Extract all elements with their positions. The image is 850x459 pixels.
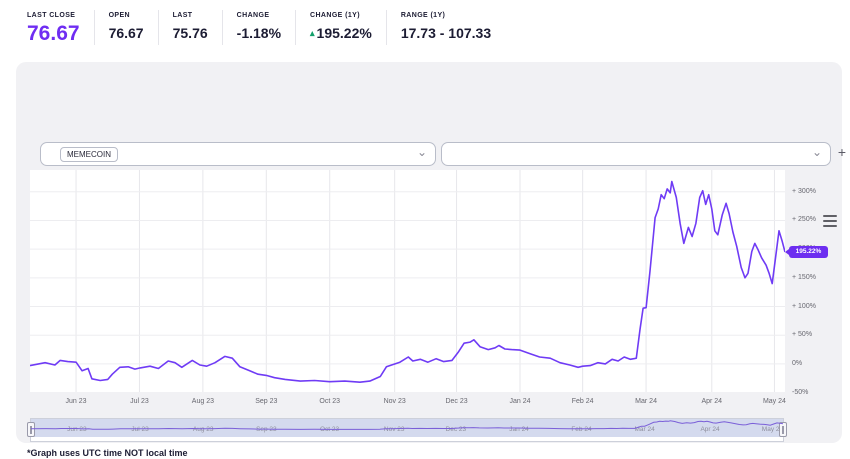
up-triangle-icon: ▴ [310, 28, 315, 38]
stat-last: LAST 75.76 [157, 10, 222, 45]
x-tick-label: Aug 23 [191, 398, 214, 405]
stat-range-1y: RANGE (1Y) 17.73 - 107.33 [385, 10, 505, 45]
y-tick-label: + 250% [792, 216, 816, 224]
utc-footnote: *Graph uses UTC time NOT local time [27, 448, 188, 458]
stat-value: -1.18% [236, 25, 282, 41]
x-tick-label: May 24 [762, 398, 786, 405]
price-chart-plot-area [30, 170, 785, 392]
stat-value: 17.73 - 107.33 [400, 25, 492, 41]
navigator-svg [31, 420, 783, 430]
y-tick-label: 0% [792, 359, 803, 367]
stat-label: OPEN [108, 12, 131, 19]
x-tick-label: Mar 24 [635, 398, 657, 405]
x-tick-label: Jun 23 [65, 398, 87, 405]
series-line-memecoin [30, 180, 785, 383]
compare-select[interactable]: ⌄ [441, 142, 831, 166]
x-tick-label: Feb 24 [571, 398, 594, 405]
chevron-down-icon: ⌄ [416, 145, 427, 159]
index-select[interactable]: MEMECOIN ⌄ [40, 142, 436, 166]
stat-label: RANGE (1Y) [400, 12, 446, 19]
x-tick-label: Apr 24 [701, 398, 723, 405]
stat-label: CHANGE (1Y) [310, 12, 360, 19]
memecoin-index-page: LAST CLOSE 76.67 OPEN 76.67 LAST 75.76 CHANGE -… [0, 0, 850, 459]
last-value-tag: 195.22% [785, 245, 828, 258]
stat-value: 76.67 [27, 22, 80, 45]
chart-svg [30, 170, 785, 392]
x-tick-label: Oct 23 [319, 398, 341, 405]
x-tick-label: Jul 23 [130, 398, 149, 405]
stats-bar: LAST CLOSE 76.67 OPEN 76.67 LAST 75.76 CHANGE -… [27, 10, 505, 45]
add-comparison-button[interactable]: + [834, 144, 850, 160]
stat-open: OPEN 76.67 [93, 10, 158, 45]
y-tick-label: -50% [792, 388, 809, 396]
x-tick-label: Nov 23 [383, 398, 406, 405]
stat-value: ▴ 195.22% [310, 25, 372, 41]
stat-value: 75.76 [172, 25, 208, 41]
y-tick-label: + 100% [792, 302, 816, 310]
stat-value: 76.67 [108, 25, 144, 41]
y-tick-label: + 150% [792, 273, 816, 281]
stat-label: LAST [172, 12, 193, 19]
stat-last-close: LAST CLOSE 76.67 [27, 10, 94, 45]
memecoin-chip[interactable]: MEMECOIN [60, 146, 118, 162]
x-tick-label: Jan 24 [509, 398, 531, 405]
stat-change: CHANGE -1.18% [221, 10, 295, 45]
chevron-down-icon: ⌄ [811, 145, 822, 159]
x-tick-label: Dec 23 [445, 398, 468, 405]
x-tick-label: Sep 23 [255, 398, 278, 405]
stat-change-1y: CHANGE (1Y) ▴ 195.22% [295, 10, 386, 45]
chart-navigator[interactable]: Jun 23 Jul 23 Aug 23 Sep 23 Oct 23 Nov 23 Dec … [27, 418, 787, 442]
y-tick-label: + 300% [792, 187, 816, 195]
stat-label: LAST CLOSE [27, 12, 76, 19]
y-tick-label: + 50% [792, 331, 813, 339]
stat-label: CHANGE [236, 12, 270, 19]
